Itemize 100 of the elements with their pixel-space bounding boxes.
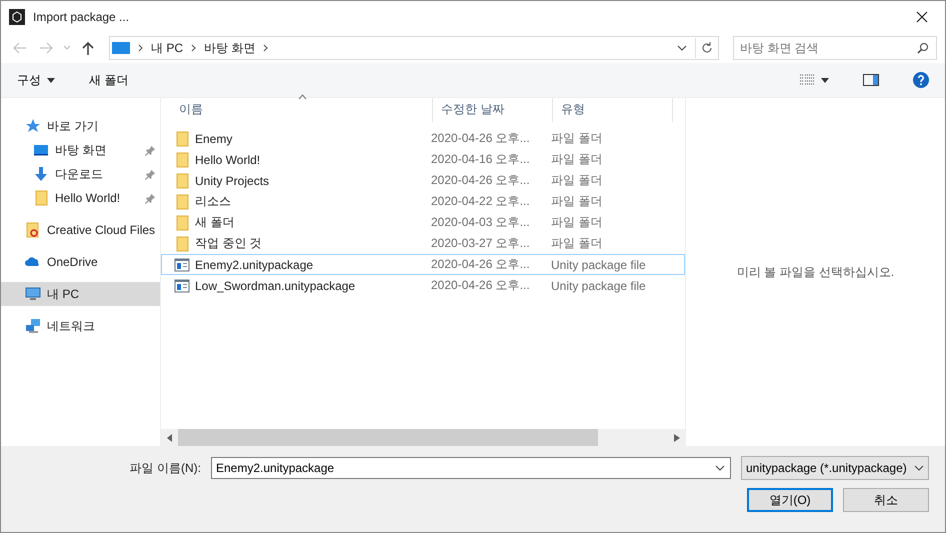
file-name: Low_Swordman.unitypackage	[195, 278, 356, 292]
search-icon	[917, 42, 929, 54]
window-title: Import package ...	[33, 10, 130, 24]
pin-icon[interactable]	[145, 168, 156, 180]
modified-date: 2020-04-26 오후...	[430, 130, 531, 147]
folder-icon	[174, 130, 190, 146]
modified-date: 2020-04-03 오후...	[430, 214, 531, 231]
file-name: 새 폴더	[195, 214, 234, 231]
triangle-left-icon	[166, 434, 172, 442]
column-header[interactable]: 유형	[553, 98, 673, 122]
close-icon	[916, 11, 928, 23]
file-name: Hello World!	[195, 152, 260, 166]
modified-date: 2020-04-26 오후...	[430, 256, 531, 273]
modified-date: 2020-04-22 오후...	[430, 193, 531, 210]
pin-icon[interactable]	[145, 144, 156, 156]
modified-date: 2020-04-26 오후...	[430, 172, 531, 189]
file-type: 파일 폴더	[550, 151, 604, 168]
new-folder-button[interactable]: 새 폴더	[83, 70, 134, 90]
package-file-icon	[174, 278, 190, 294]
file-row[interactable]: 작업 중인 것 2020-03-27 오후... 파일 폴더	[161, 233, 685, 254]
file-name: 리소스	[195, 193, 231, 210]
arrow-left-icon	[13, 42, 27, 54]
sidebar-item[interactable]: 내 PC	[1, 282, 160, 306]
open-button[interactable]: 열기(O)	[747, 488, 833, 512]
folder-icon	[174, 152, 190, 168]
monitor-icon	[33, 142, 49, 158]
chevron-down-icon	[914, 463, 924, 473]
sidebar-item[interactable]: 네트워크	[1, 314, 160, 338]
package-file-icon	[174, 256, 190, 272]
sidebar-label: 다운로드	[55, 166, 103, 182]
file-type: 파일 폴더	[550, 214, 604, 231]
folder-icon	[25, 222, 41, 238]
file-name-field[interactable]: Enemy2.unitypackage	[211, 457, 731, 479]
address-bar[interactable]: 내 PC 바탕 화면	[109, 36, 719, 60]
sidebar-item[interactable]: 바탕 화면	[1, 138, 160, 162]
chevron-down-icon[interactable]	[677, 43, 687, 53]
sidebar-item[interactable]: 다운로드	[1, 162, 160, 186]
arrow-up-icon	[82, 41, 94, 55]
file-type: Unity package file	[550, 278, 647, 292]
sidebar-label: 바로 가기	[47, 118, 98, 134]
column-header[interactable]: 수정한 날짜	[433, 98, 553, 122]
file-type: Unity package file	[550, 258, 647, 272]
breadcrumb[interactable]: 바탕 화면	[204, 40, 256, 56]
sidebar-label: 네트워크	[47, 318, 95, 334]
search-field[interactable]: 바탕 화면 검색	[733, 36, 937, 60]
file-name: Unity Projects	[195, 174, 270, 188]
file-name: 작업 중인 것	[195, 235, 262, 252]
monitor-icon	[112, 41, 130, 55]
modified-date: 2020-04-26 오후...	[430, 277, 531, 294]
file-type-dropdown[interactable]: unitypackage (*.unitypackage)	[741, 456, 929, 480]
computer-icon	[25, 286, 41, 302]
file-row[interactable]: Low_Swordman.unitypackage 2020-04-26 오후... Unity package file	[161, 275, 685, 296]
folder-icon	[174, 214, 190, 230]
file-type: 파일 폴더	[550, 130, 604, 147]
organize-menu[interactable]: 구성	[11, 70, 61, 90]
chevron-down-icon	[63, 45, 71, 51]
sidebar-label: 내 PC	[47, 286, 80, 302]
column-header[interactable]: 이름	[161, 98, 433, 122]
file-row[interactable]: Hello World! 2020-04-16 오후... 파일 폴더	[161, 149, 685, 170]
triangle-right-icon	[674, 434, 680, 442]
file-row[interactable]: 새 폴더 2020-04-03 오후... 파일 폴더	[161, 212, 685, 233]
modified-date: 2020-03-27 오후...	[430, 235, 531, 252]
chevron-right-icon	[138, 44, 143, 52]
file-row[interactable]: 리소스 2020-04-22 오후... 파일 폴더	[161, 191, 685, 212]
sidebar-item[interactable]: Creative Cloud Files	[1, 218, 160, 242]
folder-icon	[174, 236, 190, 252]
file-row[interactable]: Enemy 2020-04-26 오후... 파일 폴더	[161, 128, 685, 149]
folder-icon	[174, 194, 190, 210]
preview-message: 미리 볼 파일을 선택하십시오.	[736, 264, 894, 280]
file-type: 파일 폴더	[550, 172, 604, 189]
chevron-down-icon[interactable]	[715, 463, 725, 473]
sort-ascending-icon	[298, 94, 307, 100]
chevron-right-icon	[263, 44, 268, 52]
file-row[interactable]: Enemy2.unitypackage 2020-04-26 오후... Unity package file	[161, 254, 685, 275]
sidebar-label: Hello World!	[55, 191, 120, 205]
sidebar-label: Creative Cloud Files	[47, 223, 156, 237]
file-type: 파일 폴더	[550, 235, 604, 252]
star-icon	[25, 118, 41, 134]
details-view-icon	[799, 74, 815, 86]
sidebar-item[interactable]: Hello World!	[1, 186, 160, 210]
pin-icon[interactable]	[145, 192, 156, 204]
chevron-right-icon	[191, 44, 196, 52]
modified-date: 2020-04-16 오후...	[430, 151, 531, 168]
file-name: Enemy2.unitypackage	[195, 258, 314, 272]
file-name-label: 파일 이름(N):	[130, 460, 201, 476]
file-type: 파일 폴더	[550, 193, 604, 210]
sidebar-item[interactable]: 바로 가기	[1, 114, 160, 138]
help-icon	[913, 72, 929, 88]
app-icon	[9, 9, 25, 25]
sidebar-label: OneDrive	[47, 255, 98, 269]
cancel-button[interactable]: 취소	[843, 488, 929, 512]
download-icon	[33, 166, 49, 182]
file-row[interactable]: Unity Projects 2020-04-26 오후... 파일 폴더	[161, 170, 685, 191]
file-name: Enemy	[195, 132, 232, 146]
folder-icon	[33, 190, 49, 206]
sidebar-item[interactable]: OneDrive	[1, 250, 160, 274]
sidebar-label: 바탕 화면	[55, 142, 106, 158]
network-icon	[25, 318, 41, 334]
scrollbar-thumb[interactable]	[178, 429, 598, 446]
breadcrumb[interactable]: 내 PC	[151, 40, 184, 56]
